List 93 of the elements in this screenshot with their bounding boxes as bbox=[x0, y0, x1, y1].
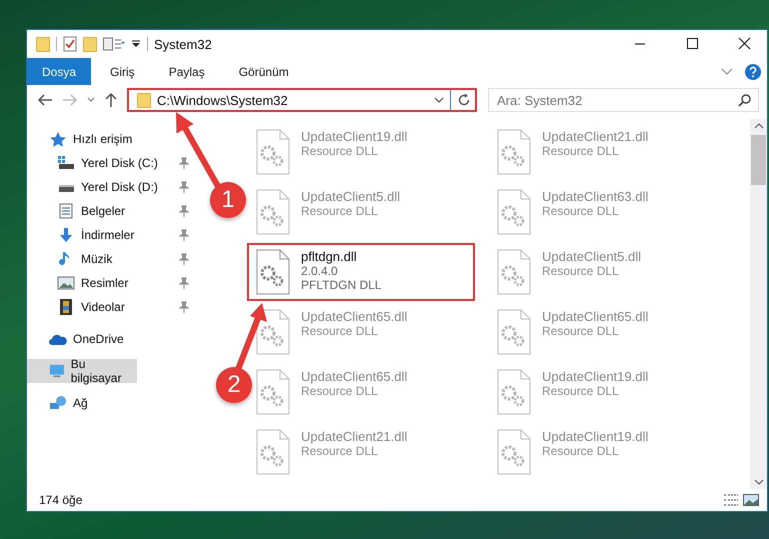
folder-icon bbox=[137, 92, 151, 108]
file-icon[interactable] bbox=[496, 309, 532, 355]
sidebar-item[interactable]: Resimler bbox=[35, 271, 134, 295]
sidebar-item[interactable]: Belgeler bbox=[35, 199, 132, 223]
file-name: UpdateClient21.dll bbox=[542, 129, 648, 144]
file-name: UpdateClient65.dll bbox=[542, 309, 648, 324]
pin-icon[interactable] bbox=[179, 253, 189, 265]
scrollbar[interactable] bbox=[750, 119, 767, 489]
file-description: Resource DLL bbox=[301, 204, 379, 218]
ribbon-tab[interactable]: Dosya bbox=[27, 58, 92, 85]
file-name: UpdateClient5.dll bbox=[301, 189, 400, 204]
pin-icon[interactable] bbox=[179, 277, 189, 289]
file-description: Resource DLL bbox=[542, 444, 620, 458]
file-name: UpdateClient19.dll bbox=[301, 129, 408, 144]
file-version: 2.0.4.0 bbox=[301, 264, 339, 278]
file-description: Resource DLL bbox=[542, 264, 620, 278]
help-icon[interactable] bbox=[745, 64, 761, 80]
download-icon bbox=[57, 227, 75, 243]
details-view-icon[interactable] bbox=[723, 494, 739, 506]
document-icon bbox=[57, 203, 75, 219]
file-icon[interactable] bbox=[496, 189, 532, 235]
forward-icon[interactable] bbox=[62, 93, 78, 107]
sidebar-item[interactable]: Ağ bbox=[27, 391, 94, 415]
monitor-icon bbox=[49, 363, 65, 379]
file-name: UpdateClient19.dll bbox=[542, 369, 648, 384]
pin-icon[interactable] bbox=[179, 181, 189, 193]
item-count: 174 öğe bbox=[39, 493, 82, 507]
ribbon-tab[interactable]: Giriş bbox=[95, 58, 150, 85]
sidebar-item[interactable]: Yerel Disk (D:) bbox=[35, 175, 164, 199]
dropdown-icon[interactable] bbox=[131, 39, 141, 49]
file-icon[interactable] bbox=[255, 429, 291, 475]
ribbon-tab[interactable]: Görünüm bbox=[224, 58, 304, 85]
sidebar-item[interactable]: Hızlı erişim bbox=[27, 127, 138, 151]
file-name: UpdateClient21.dll bbox=[301, 429, 408, 444]
file-name: pfltdgn.dll bbox=[301, 249, 358, 264]
pin-icon[interactable] bbox=[179, 229, 189, 241]
file-name: UpdateClient65.dll bbox=[301, 369, 408, 384]
folder-icon[interactable] bbox=[36, 36, 50, 52]
file-description: Resource DLL bbox=[301, 144, 379, 158]
file-description: Resource DLL bbox=[301, 324, 379, 338]
drive-icon bbox=[57, 155, 75, 171]
sidebar-item[interactable]: Yerel Disk (C:) bbox=[35, 151, 164, 175]
thumbnail-view-icon[interactable] bbox=[743, 494, 759, 506]
file-description: Resource DLL bbox=[542, 204, 620, 218]
file-tile[interactable]: pfltdgn.dll 2.0.4.0 PFLTDGN DLL bbox=[247, 243, 475, 301]
pin-icon[interactable] bbox=[179, 205, 189, 217]
checklist-icon[interactable] bbox=[63, 36, 77, 52]
file-description: Resource DLL bbox=[542, 384, 620, 398]
file-description: Resource DLL bbox=[542, 144, 620, 158]
file-icon[interactable] bbox=[496, 369, 532, 415]
scroll-down-icon[interactable] bbox=[754, 479, 764, 485]
file-description: PFLTDGN DLL bbox=[301, 278, 382, 292]
ribbon-tab[interactable]: Paylaş bbox=[154, 58, 220, 85]
pin-icon[interactable] bbox=[179, 301, 189, 313]
network-icon bbox=[49, 395, 67, 411]
address-bar[interactable]: C:\Windows\System32 bbox=[127, 88, 477, 112]
sidebar-item[interactable]: İndirmeler bbox=[35, 223, 140, 247]
dropdown-icon[interactable] bbox=[434, 97, 444, 103]
file-icon[interactable] bbox=[496, 249, 532, 295]
file-name: UpdateClient65.dll bbox=[301, 309, 408, 324]
window-title: System32 bbox=[154, 36, 212, 52]
sidebar-item[interactable]: Videolar bbox=[35, 295, 131, 319]
star-icon bbox=[49, 131, 67, 147]
picture-icon bbox=[57, 275, 75, 291]
up-icon[interactable] bbox=[104, 92, 118, 108]
file-icon[interactable] bbox=[255, 129, 291, 175]
refresh-icon[interactable] bbox=[457, 93, 471, 107]
scroll-thumb[interactable] bbox=[751, 135, 766, 185]
file-name: UpdateClient63.dll bbox=[542, 189, 648, 204]
file-icon[interactable] bbox=[255, 189, 291, 235]
file-icon[interactable] bbox=[255, 369, 291, 415]
search-field[interactable]: Ara: System32 bbox=[488, 88, 759, 112]
scroll-up-icon[interactable] bbox=[754, 123, 764, 129]
chevron-icon[interactable] bbox=[721, 68, 733, 76]
back-icon[interactable] bbox=[37, 93, 53, 107]
file-icon[interactable] bbox=[496, 429, 532, 475]
file-description: Resource DLL bbox=[542, 324, 620, 338]
properties-icon[interactable] bbox=[103, 37, 125, 51]
file-description: Resource DLL bbox=[301, 444, 379, 458]
file-description: Resource DLL bbox=[301, 384, 379, 398]
pin-icon[interactable] bbox=[179, 157, 189, 169]
file-icon[interactable] bbox=[255, 309, 291, 355]
sidebar-item[interactable]: Müzik bbox=[35, 247, 118, 271]
search-icon[interactable] bbox=[738, 94, 751, 107]
film-icon bbox=[57, 299, 75, 315]
sidebar-item[interactable]: Bu bilgisayar bbox=[27, 359, 137, 383]
recent-icon[interactable] bbox=[87, 97, 95, 103]
new-folder-icon[interactable] bbox=[83, 36, 97, 52]
file-name: UpdateClient19.dll bbox=[542, 429, 648, 444]
file-icon[interactable] bbox=[255, 249, 291, 295]
sidebar-item[interactable]: OneDrive bbox=[27, 327, 130, 351]
file-name: UpdateClient5.dll bbox=[542, 249, 642, 264]
file-icon[interactable] bbox=[496, 129, 532, 175]
